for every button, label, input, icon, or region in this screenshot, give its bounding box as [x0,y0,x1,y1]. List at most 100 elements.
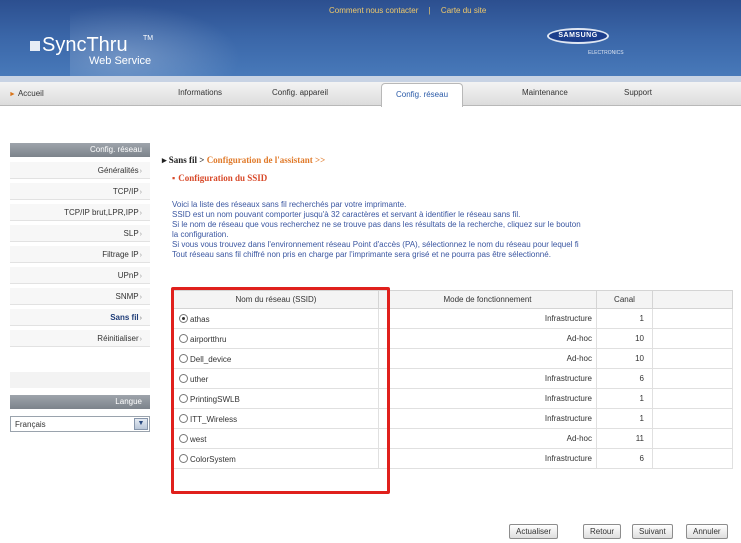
ssid-radio[interactable] [179,333,188,343]
main-nav: ► Accueil Informations Config. appareil C… [0,82,741,107]
chevron-right-icon: › [139,231,142,238]
channel-cell: 1 [596,388,653,409]
next-button[interactable]: Suivant [632,524,673,539]
breadcrumb: ▸ Sans fil > Configuration de l'assistan… [162,155,325,166]
ssid-cell[interactable]: Dell_device [173,348,379,369]
ssid-radio[interactable] [179,373,188,383]
chevron-down-icon[interactable]: ▼ [134,418,148,430]
mode-cell: Ad-hoc [378,328,597,349]
breadcrumb-root[interactable]: Sans fil [169,155,197,165]
table-header-row: Nom du réseau (SSID) Mode de fonctionnem… [173,290,733,309]
sidebar-item-reset[interactable]: Réinitialiser› [10,330,150,347]
language-select[interactable]: Français ▼ [10,416,150,432]
chevron-right-icon: › [139,315,142,322]
sidebar-item-snmp[interactable]: SNMP› [10,288,150,305]
empty-cell [652,348,733,369]
mode-cell: Ad-hoc [378,348,597,369]
mode-cell: Ad-hoc [378,428,597,449]
app-logo: SyncThru [42,34,128,56]
section-title: ▪ Configuration du SSID [172,173,267,183]
description-line: Si le nom de réseau que vous recherchez … [172,220,581,229]
sidebar-item-ip-filter[interactable]: Filtrage IP› [10,246,150,263]
ssid-cell[interactable]: airportthru [173,328,379,349]
sidebar-item-label: SLP [123,229,139,238]
home-link[interactable]: ► Accueil [9,89,44,98]
channel-cell: 1 [596,408,653,429]
chevron-right-icon: › [139,168,142,175]
home-label: Accueil [17,89,44,98]
samsung-logo: SAMSUNG [547,28,609,44]
empty-cell [652,388,733,409]
ssid-label: uther [190,374,209,384]
description-line: Voici la liste des réseaux sans fil rech… [172,200,407,209]
ssid-radio[interactable] [179,313,188,323]
bullet-icon: ▪ [172,173,176,183]
ssid-radio[interactable] [179,433,188,443]
channel-cell: 11 [596,428,653,449]
description-line: la configuration. [172,230,229,239]
sidebar-item-general[interactable]: Généralités› [10,162,150,179]
table-row[interactable]: PrintingSWLB Infrastructure 1 [173,388,733,409]
language-title: Langue [10,395,150,409]
sidebar-item-label: TCP/IP brut,LPR,IPP [64,208,139,217]
chevron-right-icon: › [139,336,142,343]
refresh-button[interactable]: Actualiser [509,524,559,539]
ssid-cell[interactable]: ColorSystem [173,448,379,469]
mode-cell: Infrastructure [378,408,597,429]
description-line: Si vous vous trouvez dans l'environnemen… [172,240,579,249]
sidebar-item-label: TCP/IP [112,187,139,196]
table-row[interactable]: ColorSystem Infrastructure 6 [173,448,733,469]
sidebar-spacer [10,372,150,388]
table-row[interactable]: west Ad-hoc 11 [173,428,733,449]
tab-informations[interactable]: Informations [178,88,222,97]
empty-cell [652,448,733,469]
ssid-cell[interactable]: athas [173,308,379,329]
sidebar-item-slp[interactable]: SLP› [10,225,150,242]
samsung-logo-subtitle: ELECTRONICS [588,50,624,56]
column-header-empty [652,290,733,309]
table-row[interactable]: ITT_Wireless Infrastructure 1 [173,408,733,429]
ssid-label: athas [190,314,210,324]
ssid-radio[interactable] [179,453,188,463]
channel-cell: 10 [596,348,653,369]
empty-cell [652,368,733,389]
table-row[interactable]: uther Infrastructure 6 [173,368,733,389]
sidebar-item-tcpip[interactable]: TCP/IP› [10,183,150,200]
cancel-button[interactable]: Annuler [686,524,728,539]
sidebar-item-wireless[interactable]: Sans fil› [10,309,150,326]
language-value: Français [15,420,46,429]
mode-cell: Infrastructure [378,448,597,469]
ssid-cell[interactable]: PrintingSWLB [173,388,379,409]
ssid-cell[interactable]: west [173,428,379,449]
tab-support[interactable]: Support [624,88,652,97]
tab-device-config[interactable]: Config. appareil [272,88,328,97]
sidebar-item-tcpip-raw[interactable]: TCP/IP brut,LPR,IPP› [10,204,150,221]
chevron-right-icon: › [139,273,142,280]
channel-cell: 10 [596,328,653,349]
ssid-cell[interactable]: uther [173,368,379,389]
sidebar-item-label: UPnP [117,271,139,280]
description-line: SSID est un nom pouvant comporter jusqu'… [172,210,521,219]
ssid-cell[interactable]: ITT_Wireless [173,408,379,429]
table-row[interactable]: Dell_device Ad-hoc 10 [173,348,733,369]
contact-link[interactable]: Comment nous contacter [329,6,418,15]
tab-network-config[interactable]: Config. réseau [381,83,464,107]
back-button[interactable]: Retour [583,524,622,539]
sidebar-item-label: Réinitialiser [97,334,139,343]
table-row[interactable]: athas Infrastructure 1 [173,308,733,329]
tab-maintenance[interactable]: Maintenance [522,88,568,97]
ssid-label: airportthru [190,334,227,344]
sitemap-link[interactable]: Carte du site [441,6,486,15]
sidebar-item-upnp[interactable]: UPnP› [10,267,150,284]
table-row[interactable]: airportthru Ad-hoc 10 [173,328,733,349]
ssid-radio[interactable] [179,393,188,403]
header-link-separator: | [428,6,431,15]
empty-cell [652,428,733,449]
ssid-radio[interactable] [179,413,188,423]
sidebar-title: Config. réseau [10,143,150,157]
ssid-radio[interactable] [179,353,188,363]
logo-trademark: TM [143,35,154,42]
ssid-label: west [190,434,207,444]
breadcrumb-current: Configuration de l'assistant >> [206,155,326,165]
ssid-label: ITT_Wireless [190,414,238,424]
